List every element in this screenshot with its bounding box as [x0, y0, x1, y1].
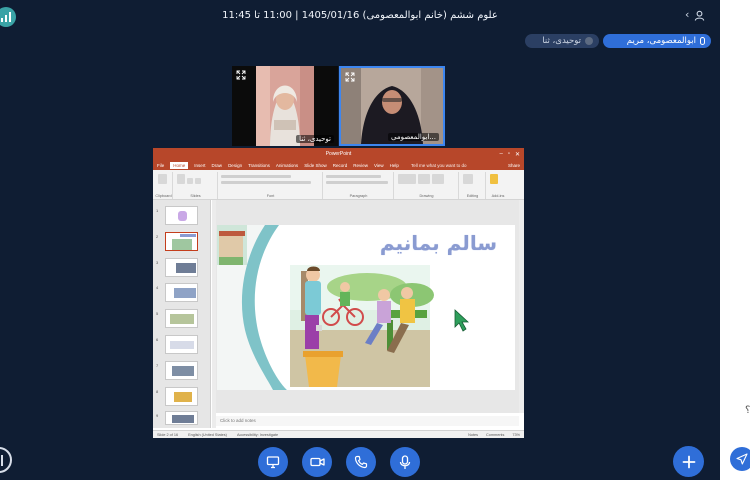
tab-review[interactable]: Review	[353, 163, 368, 168]
tab-home[interactable]: Home	[170, 161, 189, 169]
microphone-icon	[399, 454, 411, 469]
thumb-number: 5	[156, 311, 159, 316]
tab-file[interactable]: File	[157, 163, 164, 168]
ppt-tabs: File Home Insert Draw Design Transitions…	[153, 160, 524, 170]
video-label: ابوالمعصومی...	[388, 133, 439, 141]
tab-view[interactable]: View	[374, 163, 384, 168]
tab-slide-show[interactable]: Slide Show	[304, 163, 327, 168]
ribbon-group-slides[interactable]: Slides	[174, 172, 218, 199]
thumb-number: 9	[156, 413, 159, 418]
participant-name: توحیدی، ثنا	[542, 36, 581, 46]
thumb-number: 1	[156, 208, 159, 213]
thumb-number: 3	[156, 260, 159, 265]
video-tile-speaking[interactable]: ابوالمعصومی...	[339, 66, 445, 146]
ribbon-group-paragraph[interactable]: Paragraph	[324, 172, 394, 199]
slide-thumbnail[interactable]	[165, 206, 198, 225]
comments-toggle[interactable]: Comments	[486, 433, 504, 437]
current-slide[interactable]: سالم بمانیم	[217, 225, 515, 390]
camera-button[interactable]	[302, 447, 332, 477]
ppt-window-title: PowerPoint	[325, 151, 352, 157]
participant-chip-active[interactable]: ابوالمعصومی، مریم	[603, 34, 711, 48]
thumb-number: 8	[156, 389, 159, 394]
screen-share[interactable]: PowerPoint – ▫ ✕ File Home Insert Draw D…	[153, 148, 524, 438]
send-button[interactable]	[730, 447, 750, 471]
slide-thumbnail[interactable]	[165, 361, 198, 380]
ribbon-group-add-ins[interactable]: Add-ins	[487, 172, 509, 199]
participant-chip[interactable]: توحیدی، ثنا	[525, 34, 599, 48]
slide-thumbnail[interactable]	[165, 309, 198, 328]
zoom-level[interactable]: 73%	[512, 433, 520, 437]
add-button[interactable]	[673, 446, 704, 477]
slide-thumbnail[interactable]	[165, 283, 198, 302]
slide-thumbnail-selected[interactable]	[165, 232, 198, 251]
ppt-share-button[interactable]: Share	[508, 163, 520, 168]
video-tile[interactable]: توحیدی، ثنا	[232, 66, 338, 146]
expand-icon[interactable]	[345, 72, 355, 82]
slide-counter: Slide 2 of 16	[157, 432, 179, 437]
ribbon-group-editing[interactable]: Editing	[460, 172, 486, 199]
ribbon-group-font[interactable]: Font	[219, 172, 323, 199]
plus-icon	[682, 455, 695, 468]
slide-thumbnail-pane: 1 2 3 4 5 6 7 8 9	[153, 200, 211, 428]
hangup-button[interactable]	[346, 447, 376, 477]
thumb-number: 2	[156, 234, 159, 239]
screen-share-button[interactable]	[258, 447, 288, 477]
video-label: توحیدی، ثنا	[296, 135, 334, 143]
notes-pane[interactable]: Click to add notes	[216, 416, 519, 426]
accessibility-status[interactable]: Accessibility: Investigate	[237, 433, 278, 437]
slide-thumbnail[interactable]	[165, 411, 198, 425]
tab-insert[interactable]: Insert	[194, 163, 205, 168]
statistics-button[interactable]	[0, 447, 12, 473]
tab-record[interactable]: Record	[333, 163, 348, 168]
microphone-button[interactable]	[390, 447, 420, 477]
tab-draw[interactable]: Draw	[212, 163, 223, 168]
thumb-number: 6	[156, 337, 159, 342]
question-mark-icon[interactable]: ؟	[745, 405, 750, 416]
language-status[interactable]: English (United States)	[188, 433, 227, 437]
slide-canvas: سالم بمانیم	[216, 200, 519, 413]
participant-video	[256, 66, 314, 146]
tab-transitions[interactable]: Transitions	[248, 163, 270, 168]
tell-me-search[interactable]: Tell me what you want to do	[411, 163, 467, 168]
ppt-status-bar: Slide 2 of 16 English (United States) Ac…	[153, 430, 524, 438]
phone-icon	[354, 455, 368, 469]
expand-icon[interactable]	[236, 70, 246, 80]
camera-icon	[309, 457, 325, 467]
meeting-title: علوم ششم (خانم ابوالمعصومی) 1405/01/16 |…	[222, 10, 498, 21]
send-icon	[736, 453, 748, 465]
slide-thumbnail[interactable]	[165, 335, 198, 354]
participant-name: ابوالمعصومی، مریم	[626, 36, 696, 46]
slide-thumbnail[interactable]	[165, 258, 198, 277]
slide-scrollbar[interactable]	[519, 200, 524, 413]
top-bar: علوم ششم (خانم ابوالمعصومی) 1405/01/16 |…	[0, 0, 720, 34]
ribbon-group-clipboard[interactable]: Clipboard	[155, 172, 173, 199]
microphone-icon	[700, 37, 705, 45]
user-icon[interactable]	[694, 10, 705, 21]
slide-title: سالم بمانیم	[379, 231, 497, 255]
slide-thumbnail[interactable]	[165, 387, 198, 406]
monitor-icon	[266, 456, 280, 469]
ppt-ribbon: Clipboard Slides Font Paragraph Drawing …	[153, 170, 524, 200]
thumb-number: 7	[156, 363, 159, 368]
tab-animations[interactable]: Animations	[276, 163, 298, 168]
ppt-titlebar: PowerPoint – ▫ ✕	[153, 148, 524, 160]
status-dot-icon	[585, 37, 593, 45]
ribbon-group-drawing[interactable]: Drawing	[395, 172, 459, 199]
chevron-left-icon[interactable]: ‹	[685, 8, 689, 21]
tab-design[interactable]: Design	[228, 163, 242, 168]
notes-toggle[interactable]: Notes	[468, 433, 478, 437]
thumb-number: 4	[156, 285, 159, 290]
tab-help[interactable]: Help	[390, 163, 399, 168]
